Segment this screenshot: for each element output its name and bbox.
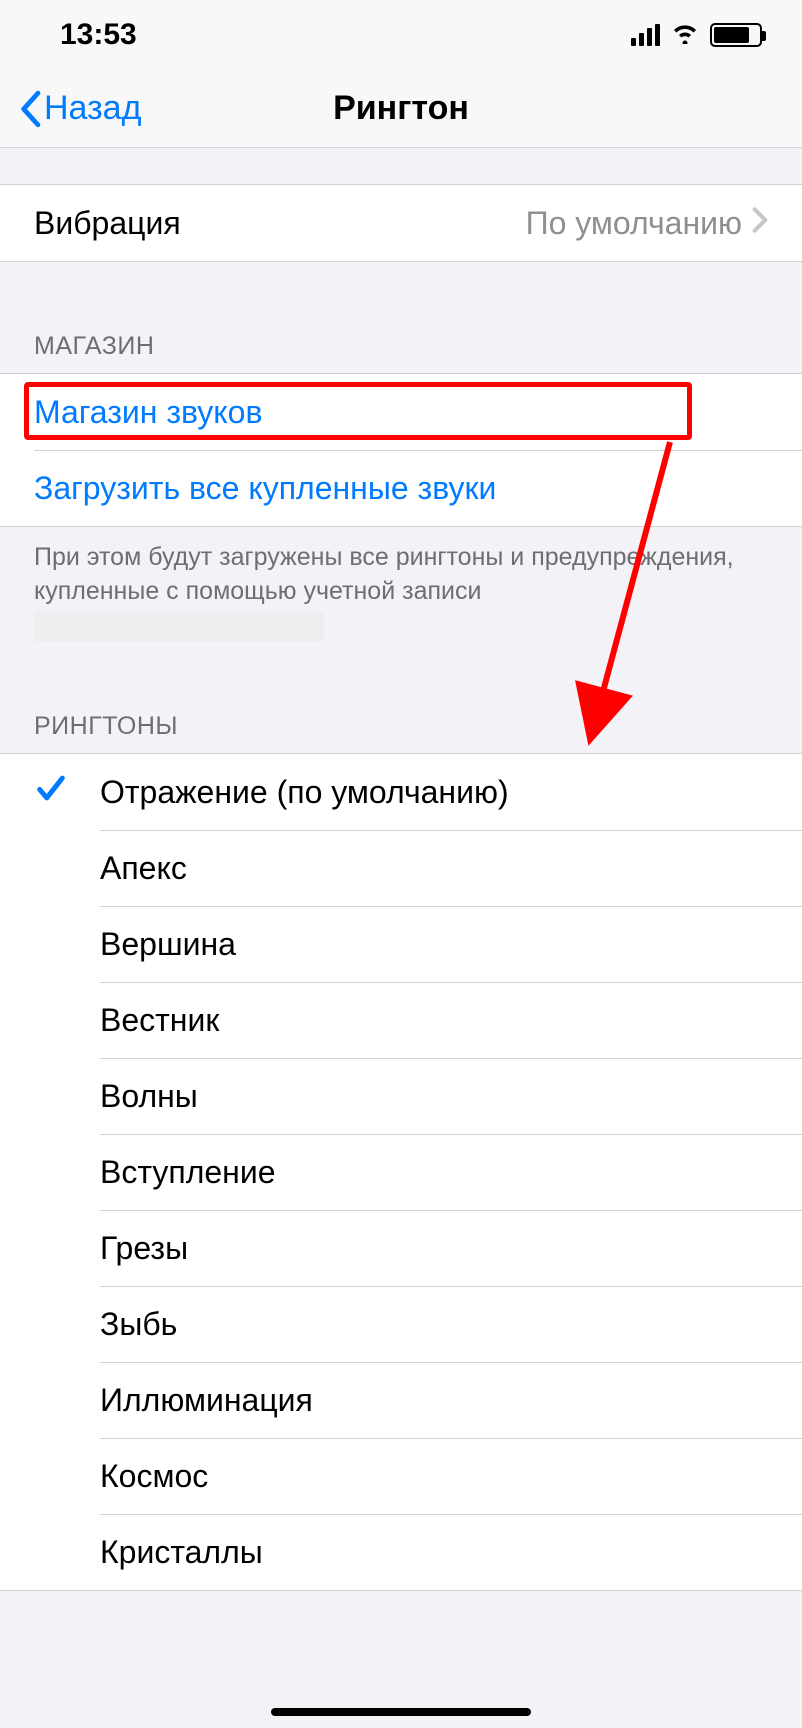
ringtone-label: Зыбь [100,1306,177,1343]
status-time: 13:53 [60,18,137,52]
chevron-right-icon [752,205,768,242]
ringtone-label: Грезы [100,1230,188,1267]
ringtone-label: Иллюминация [100,1382,313,1419]
ringtone-row[interactable]: Кристаллы [0,1514,802,1590]
ringtone-row[interactable]: Отражение (по умолчанию) [0,754,802,830]
sound-store-row[interactable]: Магазин звуков [0,374,802,450]
chevron-left-icon [18,90,42,128]
redacted-account [34,612,324,642]
vibration-value: По умолчанию [526,205,752,242]
vibration-label: Вибрация [34,205,181,242]
ringtone-label: Волны [100,1078,198,1115]
status-bar: 13:53 [0,0,802,70]
store-section-header: МАГАЗИН [0,332,802,373]
download-all-label: Загрузить все купленные звуки [34,470,496,507]
ringtone-label: Вершина [100,926,236,963]
ringtone-label: Вестник [100,1002,219,1039]
vibration-group: Вибрация По умолчанию [0,184,802,262]
store-section-footer: При этом будут загружены все рингтоны и … [0,527,802,642]
cellular-icon [631,24,660,46]
ringtones-group: Отражение (по умолчанию) Апекс Вершина Вест… [0,753,802,1591]
ringtone-row[interactable]: Вестник [0,982,802,1058]
ringtone-label: Вступление [100,1154,276,1191]
ringtone-row[interactable]: Вершина [0,906,802,982]
wifi-icon [670,22,700,49]
home-indicator [271,1708,531,1716]
download-all-row[interactable]: Загрузить все купленные звуки [0,450,802,526]
back-label: Назад [44,89,141,128]
ringtone-label: Кристаллы [100,1534,263,1571]
ringtone-row[interactable]: Зыбь [0,1286,802,1362]
ringtone-row[interactable]: Вступление [0,1134,802,1210]
sound-store-label: Магазин звуков [34,394,262,431]
ringtone-label: Отражение (по умолчанию) [100,774,509,811]
nav-bar: Назад Рингтон [0,70,802,148]
checkmark-icon [34,771,68,813]
ringtone-row[interactable]: Иллюминация [0,1362,802,1438]
ringtones-section-header: РИНГТОНЫ [0,712,802,753]
battery-icon [710,23,762,47]
vibration-row[interactable]: Вибрация По умолчанию [0,185,802,261]
ringtone-row[interactable]: Волны [0,1058,802,1134]
store-group: Магазин звуков Загрузить все купленные з… [0,373,802,527]
back-button[interactable]: Назад [0,89,141,128]
ringtone-label: Космос [100,1458,208,1495]
ringtone-row[interactable]: Грезы [0,1210,802,1286]
ringtone-row[interactable]: Космос [0,1438,802,1514]
ringtone-label: Апекс [100,850,187,887]
ringtone-row[interactable]: Апекс [0,830,802,906]
status-icons [631,22,762,49]
